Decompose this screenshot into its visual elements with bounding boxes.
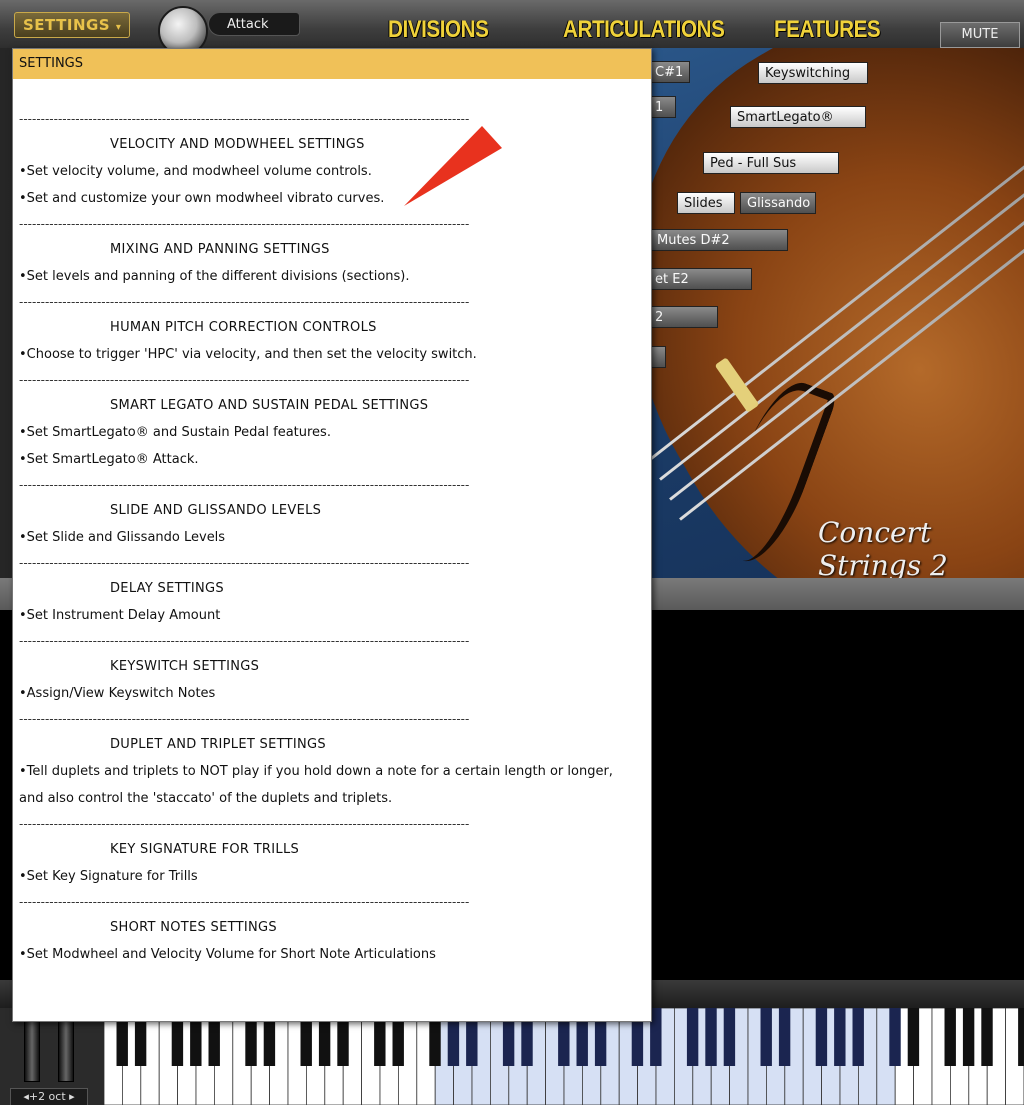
menu-section-title[interactable]: HUMAN PITCH CORRECTION CONTROLS: [19, 314, 651, 341]
black-key[interactable]: [686, 1008, 699, 1066]
menu-item[interactable]: •Set Instrument Delay Amount: [19, 602, 651, 629]
menu-item[interactable]: •Set SmartLegato® and Sustain Pedal feat…: [19, 419, 651, 446]
concert-strings-logo: Concert Strings 2: [818, 516, 948, 578]
menu-section-title[interactable]: SMART LEGATO AND SUSTAIN PEDAL SETTINGS: [19, 392, 651, 419]
menu-item[interactable]: •Tell duplets and triplets to NOT play i…: [19, 758, 651, 785]
octave-shift-button[interactable]: ◂+2 oct ▸: [10, 1088, 88, 1105]
menu-section-title[interactable]: KEY SIGNATURE FOR TRILLS: [19, 836, 651, 863]
menu-item[interactable]: •Set Slide and Glissando Levels: [19, 524, 651, 551]
menu-item[interactable]: •Set and customize your own modwheel vib…: [19, 185, 651, 212]
articulation-1-button[interactable]: 1: [648, 96, 676, 118]
menu-item[interactable]: •Set Key Signature for Trills: [19, 863, 651, 890]
menu-item[interactable]: •Set levels and panning of the different…: [19, 263, 651, 290]
menu-item[interactable]: •Set Modwheel and Velocity Volume for Sh…: [19, 941, 651, 968]
menu-separator: ----------------------------------------…: [19, 217, 470, 231]
menu-separator: ----------------------------------------…: [19, 895, 470, 909]
black-key[interactable]: [1018, 1008, 1024, 1066]
mutes-button[interactable]: Mutes D#2: [650, 229, 788, 251]
pedal-mode-button[interactable]: Ped - Full Sus: [703, 152, 839, 174]
menu-separator: ----------------------------------------…: [19, 556, 470, 570]
settings-menu-body: ----------------------------------------…: [13, 79, 651, 968]
menu-section-title[interactable]: KEYSWITCH SETTINGS: [19, 653, 651, 680]
settings-menu-popup: SETTINGS -------------------------------…: [12, 48, 652, 1022]
black-key[interactable]: [962, 1008, 975, 1066]
settings-menu-title: SETTINGS: [13, 49, 651, 79]
black-key[interactable]: [852, 1008, 864, 1066]
black-key[interactable]: [723, 1008, 736, 1066]
menu-section-title[interactable]: DUPLET AND TRIPLET SETTINGS: [19, 731, 651, 758]
black-key[interactable]: [778, 1008, 791, 1066]
kontakt-instrument-window: SETTINGS ▾ Attack DIVISIONS ARTICULATION…: [0, 0, 1024, 1105]
keyswitching-button[interactable]: Keyswitching: [758, 62, 868, 84]
menu-section-title[interactable]: DELAY SETTINGS: [19, 575, 651, 602]
mod-wheel[interactable]: [58, 1016, 74, 1082]
menu-item[interactable]: •Set SmartLegato® Attack.: [19, 446, 651, 473]
menu-section-title[interactable]: SLIDE AND GLISSANDO LEVELS: [19, 497, 651, 524]
tab-features[interactable]: FEATURES: [774, 16, 881, 44]
settings-label: SETTINGS: [23, 16, 111, 34]
menu-separator: ----------------------------------------…: [19, 295, 470, 309]
chevron-down-icon: ▾: [115, 22, 122, 33]
pitch-wheel[interactable]: [24, 1016, 40, 1082]
menu-section-title[interactable]: MIXING AND PANNING SETTINGS: [19, 236, 651, 263]
settings-dropdown-button[interactable]: SETTINGS ▾: [14, 12, 131, 38]
mute-button[interactable]: MUTE: [940, 22, 1020, 48]
menu-section-title[interactable]: VELOCITY AND MODWHEEL SETTINGS: [19, 131, 651, 158]
menu-separator: ----------------------------------------…: [19, 712, 470, 726]
instrument-header: SETTINGS ▾ Attack DIVISIONS ARTICULATION…: [0, 0, 1024, 56]
menu-item[interactable]: and also control the 'staccato' of the d…: [19, 785, 651, 812]
black-key[interactable]: [944, 1008, 956, 1066]
black-key[interactable]: [889, 1008, 901, 1066]
black-key[interactable]: [705, 1008, 717, 1066]
menu-separator: ----------------------------------------…: [19, 817, 470, 831]
menu-item[interactable]: •Choose to trigger 'HPC' via velocity, a…: [19, 341, 651, 368]
piano-keyboard[interactable]: [104, 1008, 1024, 1105]
tab-articulations[interactable]: ARTICULATIONS: [563, 16, 725, 44]
articulation-2-button[interactable]: 2: [648, 306, 718, 328]
menu-separator: ----------------------------------------…: [19, 112, 470, 126]
menu-separator: ----------------------------------------…: [19, 478, 470, 492]
menu-section-title[interactable]: SHORT NOTES SETTINGS: [19, 914, 651, 941]
black-key[interactable]: [907, 1008, 920, 1066]
attack-display: Attack: [208, 12, 300, 36]
menu-gap: [19, 79, 651, 107]
black-key[interactable]: [981, 1008, 993, 1066]
articulation-c1-button[interactable]: C#1: [648, 61, 690, 83]
smartlegato-button[interactable]: SmartLegato®: [730, 106, 866, 128]
menu-item[interactable]: •Assign/View Keyswitch Notes: [19, 680, 651, 707]
tab-divisions[interactable]: DIVISIONS: [388, 16, 489, 44]
black-key[interactable]: [834, 1008, 846, 1066]
glissando-button[interactable]: Glissando: [740, 192, 816, 214]
menu-separator: ----------------------------------------…: [19, 634, 470, 648]
black-key[interactable]: [815, 1008, 828, 1066]
articulation-e2-button[interactable]: et E2: [648, 268, 752, 290]
menu-separator: ----------------------------------------…: [19, 373, 470, 387]
slides-button[interactable]: Slides: [677, 192, 735, 214]
black-key[interactable]: [760, 1008, 772, 1066]
menu-item[interactable]: •Set velocity volume, and modwheel volum…: [19, 158, 651, 185]
